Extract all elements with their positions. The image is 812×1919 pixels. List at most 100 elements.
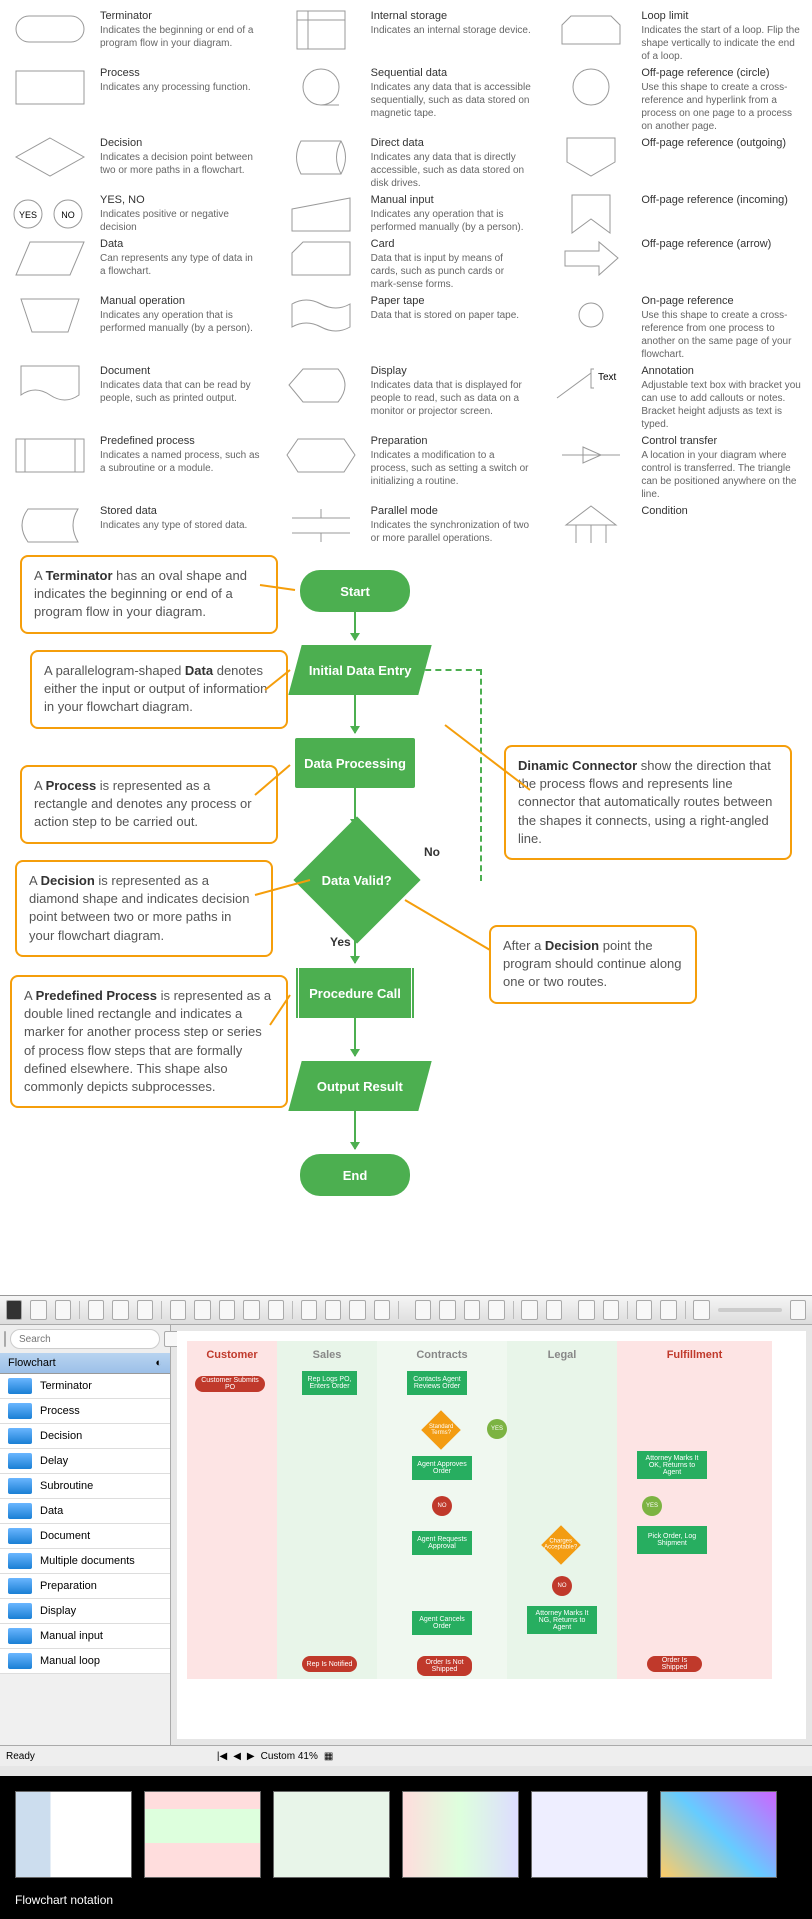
node-contacts[interactable]: Contacts Agent Reviews Order <box>407 1371 467 1395</box>
flow-procedure: Procedure Call <box>295 968 415 1018</box>
sidebar-shape-item[interactable]: Manual loop <box>0 1649 170 1674</box>
symbol-manual-input: Manual inputIndicates any operation that… <box>281 194 532 234</box>
page-prev-icon[interactable]: ◀ <box>233 1751 241 1762</box>
tool-btn[interactable] <box>268 1300 284 1320</box>
gallery-thumb[interactable] <box>15 1791 132 1878</box>
view-mode-icon[interactable]: ▦ <box>324 1751 333 1762</box>
gallery-thumb[interactable] <box>402 1791 519 1878</box>
sidebar-shape-item[interactable]: Preparation <box>0 1574 170 1599</box>
sidebar-shape-item[interactable]: Document <box>0 1524 170 1549</box>
shape-label: Terminator <box>40 1380 92 1392</box>
tool-btn[interactable] <box>137 1300 153 1320</box>
node-attorney2[interactable]: Attorney Marks It NG, Returns to Agent <box>527 1606 597 1634</box>
pointer-tool[interactable] <box>6 1300 22 1320</box>
print-icon[interactable] <box>636 1300 652 1320</box>
sidebar-shape-item[interactable]: Multiple documents <box>0 1549 170 1574</box>
sidebar-shape-item[interactable]: Data <box>0 1499 170 1524</box>
main-toolbar <box>0 1296 812 1325</box>
selection-tool[interactable] <box>521 1300 537 1320</box>
zoom-tool[interactable] <box>603 1300 619 1320</box>
connector-tool[interactable] <box>415 1300 431 1320</box>
svg-text:YES: YES <box>19 210 37 220</box>
sidebar-shape-item[interactable]: Decision <box>0 1424 170 1449</box>
zoom-out-icon[interactable] <box>693 1300 709 1320</box>
sidebar-shape-item[interactable]: Manual input <box>0 1624 170 1649</box>
shape-icon <box>8 1653 32 1669</box>
shape-label: Manual input <box>40 1630 103 1642</box>
status-ready: Ready <box>6 1751 35 1762</box>
shape-label: Display <box>40 1605 76 1617</box>
zoom-slider[interactable] <box>718 1308 782 1312</box>
node-yes[interactable]: YES <box>487 1419 507 1439</box>
connector-tool[interactable] <box>488 1300 504 1320</box>
flow-decision: Data Valid? <box>293 816 420 943</box>
sidebar-shape-item[interactable]: Process <box>0 1399 170 1424</box>
node-no[interactable]: NO <box>432 1496 452 1516</box>
label-yes: Yes <box>330 935 351 949</box>
gallery-thumb[interactable] <box>531 1791 648 1878</box>
page-first-icon[interactable]: |◀ <box>217 1751 227 1762</box>
gallery-thumb[interactable] <box>660 1791 777 1878</box>
svg-text:Text: Text <box>598 372 617 383</box>
sidebar-category-header[interactable]: Flowchart◐ <box>0 1353 170 1374</box>
node-approves[interactable]: Agent Approves Order <box>412 1456 472 1480</box>
tool-btn[interactable] <box>243 1300 259 1320</box>
symbol-annotation: TextAnnotationAdjustable text box with b… <box>551 365 802 431</box>
symbol-decision: DecisionIndicates a decision point betwe… <box>10 137 261 190</box>
tool-btn[interactable] <box>325 1300 341 1320</box>
symbol-offpage-arrow: Off-page reference (arrow) <box>551 238 802 291</box>
tool-btn[interactable] <box>55 1300 71 1320</box>
tool-btn[interactable] <box>349 1300 365 1320</box>
shape-icon <box>8 1428 32 1444</box>
gallery-thumb[interactable] <box>144 1791 261 1878</box>
tool-btn[interactable] <box>112 1300 128 1320</box>
symbol-offpage-circle: Off-page reference (circle)Use this shap… <box>551 67 802 133</box>
home-icon[interactable] <box>4 1331 6 1347</box>
export-icon[interactable] <box>660 1300 676 1320</box>
tool-btn[interactable] <box>374 1300 390 1320</box>
callout-data: A parallelogram-shaped Data denotes eith… <box>30 650 288 729</box>
callout-decision-routes: After a Decision point the program shoul… <box>489 925 697 1004</box>
node-requests[interactable]: Agent Requests Approval <box>412 1531 472 1555</box>
node-notshipped[interactable]: Order Is Not Shipped <box>417 1656 472 1676</box>
zoom-level[interactable]: Custom 41% <box>261 1751 318 1762</box>
node-no2[interactable]: NO <box>552 1576 572 1596</box>
connector-tool[interactable] <box>439 1300 455 1320</box>
connector-tool[interactable] <box>464 1300 480 1320</box>
tool-btn[interactable] <box>30 1300 46 1320</box>
node-notified[interactable]: Rep Is Notified <box>302 1656 357 1672</box>
tool-btn[interactable] <box>170 1300 186 1320</box>
node-rep[interactable]: Rep Logs PO, Enters Order <box>302 1371 357 1395</box>
tool-btn[interactable] <box>194 1300 210 1320</box>
symbol-predefined-process: Predefined processIndicates a named proc… <box>10 435 261 501</box>
sidebar-shape-item[interactable]: Terminator <box>0 1374 170 1399</box>
symbol-stored-data: Stored dataIndicates any type of stored … <box>10 505 261 545</box>
shape-icon <box>8 1528 32 1544</box>
svg-text:NO: NO <box>61 210 75 220</box>
application-window: Flowchart◐ Terminator ProcessDecisionDela… <box>0 1295 812 1776</box>
sidebar-shape-item[interactable]: Delay <box>0 1449 170 1474</box>
search-input[interactable] <box>10 1329 160 1349</box>
node-yes2[interactable]: YES <box>642 1496 662 1516</box>
zoom-in-icon[interactable] <box>578 1300 594 1320</box>
symbol-document: DocumentIndicates data that can be read … <box>10 365 261 431</box>
tool-btn[interactable] <box>301 1300 317 1320</box>
drawing-canvas[interactable]: Customer Sales Contracts Legal Fulfillme… <box>177 1331 806 1739</box>
shape-label: Multiple documents <box>40 1555 135 1567</box>
tool-btn[interactable] <box>88 1300 104 1320</box>
symbol-preparation: PreparationIndicates a modification to a… <box>281 435 532 501</box>
node-cancels[interactable]: Agent Cancels Order <box>412 1611 472 1635</box>
gallery-thumb[interactable] <box>273 1791 390 1878</box>
zoom-in-icon[interactable] <box>790 1300 806 1320</box>
node-pick[interactable]: Pick Order, Log Shipment <box>637 1526 707 1554</box>
node-attorney1[interactable]: Attorney Marks It OK, Returns to Agent <box>637 1451 707 1479</box>
sidebar-shape-item[interactable]: Display <box>0 1599 170 1624</box>
node-submit[interactable]: Customer Submits PO <box>195 1376 265 1392</box>
page-next-icon[interactable]: ▶ <box>247 1751 255 1762</box>
node-shipped[interactable]: Order Is Shipped <box>647 1656 702 1672</box>
flowchart-diagram: A Terminator has an oval shape and indic… <box>0 555 812 1295</box>
selection-tool[interactable] <box>546 1300 562 1320</box>
tool-btn[interactable] <box>219 1300 235 1320</box>
collapse-icon[interactable]: ◐ <box>155 1357 162 1369</box>
sidebar-shape-item[interactable]: Subroutine <box>0 1474 170 1499</box>
